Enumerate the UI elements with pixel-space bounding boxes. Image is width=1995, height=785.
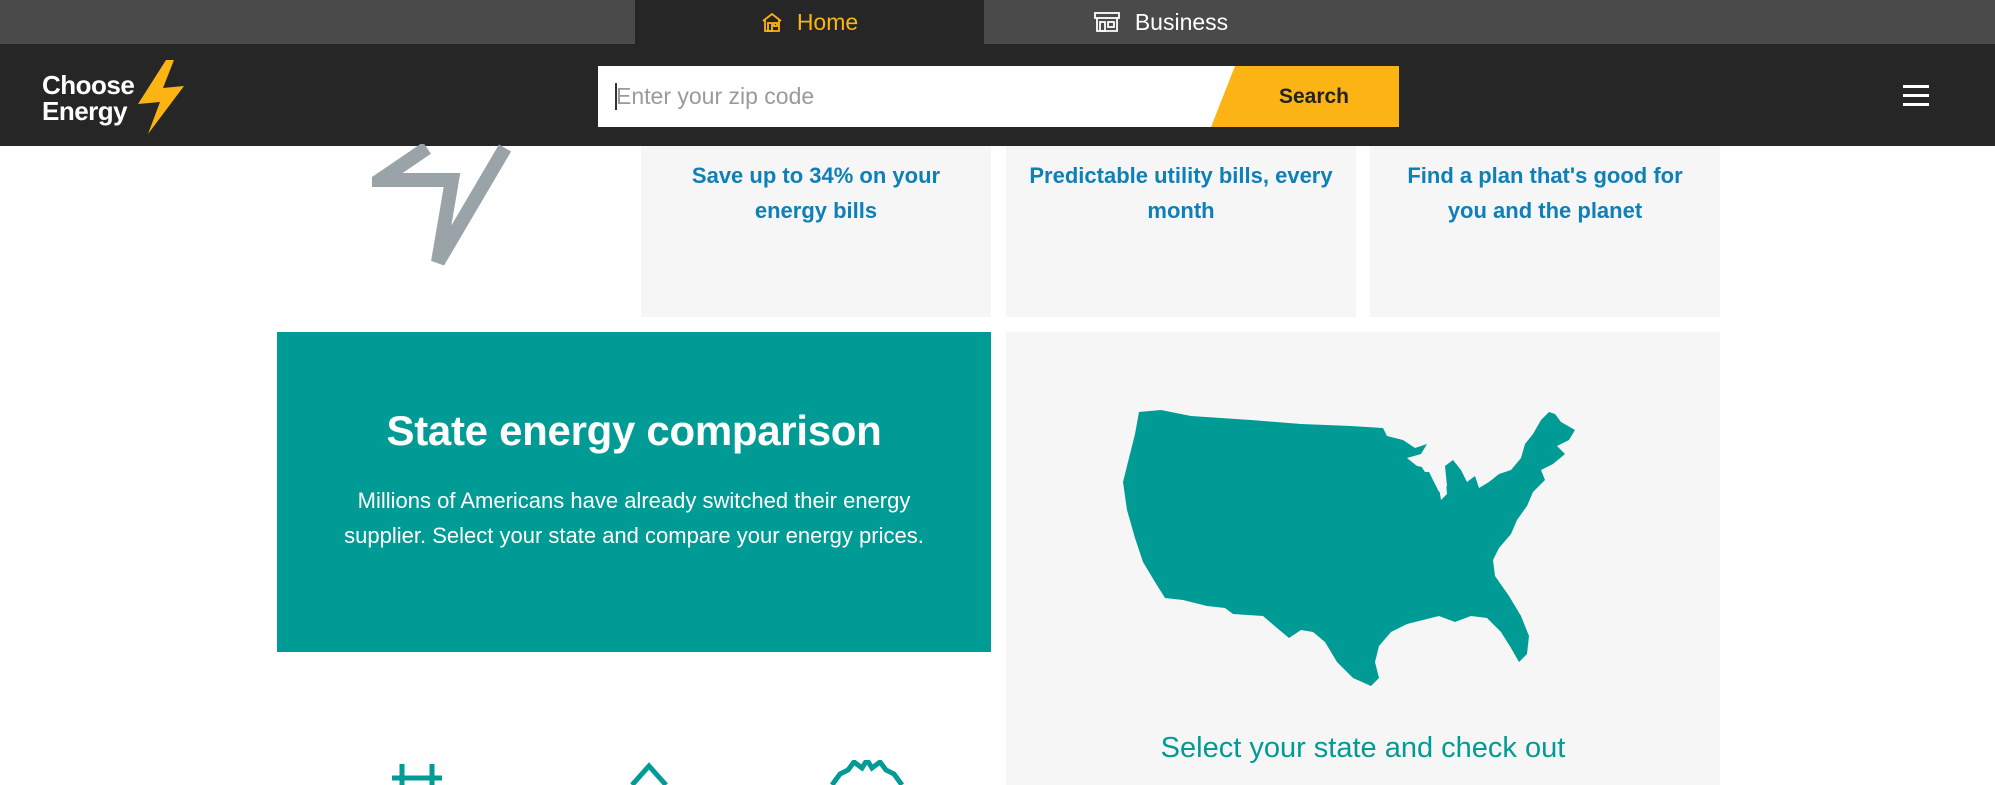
- logo-line2: Energy: [42, 96, 128, 126]
- feature-card-savings: Save up to 34% on your energy bills: [641, 146, 991, 317]
- tab-home-label: Home: [796, 8, 859, 35]
- feature-card-predictable: Predictable utility bills, every month: [1006, 146, 1356, 317]
- feature-text: Find a plan that's good for you and the …: [1407, 163, 1683, 223]
- tree-icon: [630, 762, 668, 785]
- tab-business[interactable]: Business: [986, 0, 1335, 44]
- hamburger-menu-icon[interactable]: [1903, 85, 1929, 107]
- tab-business-label: Business: [1134, 8, 1229, 35]
- feature-text: Predictable utility bills, every month: [1029, 163, 1333, 223]
- storefront-icon: [1093, 11, 1121, 33]
- top-tab-strip: Home Business: [0, 0, 1995, 44]
- search-button[interactable]: Search: [1211, 66, 1399, 127]
- state-comparison-title: State energy comparison: [386, 407, 882, 454]
- house-icon: [761, 11, 783, 33]
- zip-code-input[interactable]: [598, 66, 1228, 127]
- feature-text: Save up to 34% on your energy bills: [691, 163, 941, 223]
- us-map[interactable]: [1121, 410, 1601, 686]
- text-cursor: [615, 83, 617, 110]
- lightning-outline-icon: [372, 144, 512, 266]
- state-map-panel: Select your state and check out: [1006, 332, 1720, 785]
- lightning-bolt-icon: [138, 60, 184, 134]
- plug-icon: [392, 764, 442, 785]
- state-comparison-panel: State energy comparison Millions of Amer…: [277, 332, 991, 652]
- logo-line1: Choose: [42, 70, 135, 100]
- state-comparison-description: Millions of Americans have already switc…: [344, 488, 924, 548]
- badge-icon: [830, 760, 904, 785]
- tab-home[interactable]: Home: [635, 0, 984, 44]
- map-caption: Select your state and check out: [1160, 732, 1566, 764]
- feature-card-green-plan: Find a plan that's good for you and the …: [1370, 146, 1720, 317]
- choose-energy-logo[interactable]: Choose Energy: [40, 58, 190, 134]
- site-header: Choose Energy Search: [0, 44, 1995, 146]
- zip-search-form: Search: [598, 66, 1399, 127]
